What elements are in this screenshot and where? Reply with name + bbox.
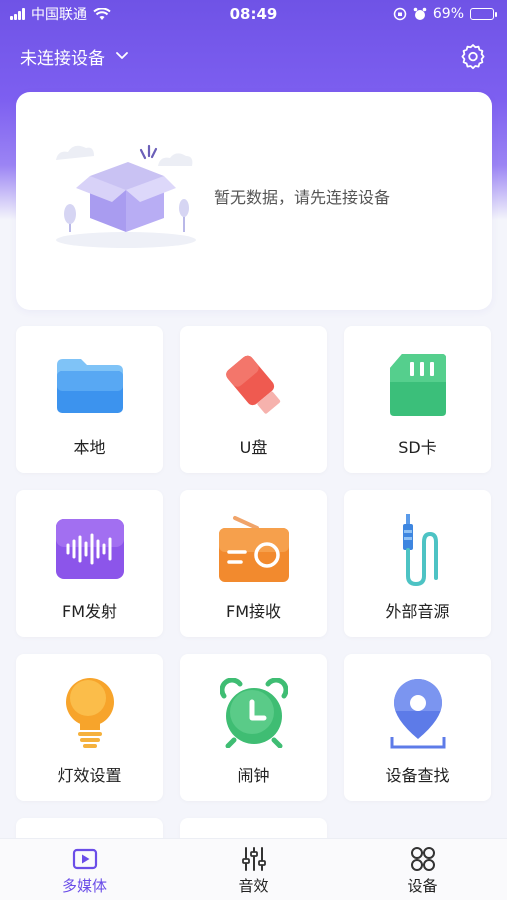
tile-label: 设备查找 [385,766,450,785]
tile-label: FM发射 [61,602,117,621]
tile-fm-receive[interactable]: FM接收 [180,490,327,637]
tile-label: FM接收 [225,602,281,621]
battery-icon [470,8,497,20]
battery-percentage: 69% [432,6,464,22]
light-bulb-icon [65,678,114,748]
carrier-name: 中国联通 [31,7,87,23]
tab-label: 音效 [238,877,269,895]
orientation-lock-icon [393,7,407,21]
folder-icon [56,359,123,413]
tile-label: 本地 [73,438,106,457]
radio-icon [218,516,289,582]
empty-state-message: 暂无数据，请先连接设备 [214,188,391,207]
tab-device[interactable]: 设备 [363,839,483,900]
empty-box-illustration [56,144,196,248]
alarm-status-icon [413,7,427,20]
equalizer-icon [241,847,266,871]
device-selector[interactable]: 未连接设备 [20,44,129,69]
tab-sound-effects[interactable]: 音效 [194,839,314,900]
alarm-clock-icon [219,678,288,748]
aux-cable-icon [402,514,438,586]
tile-label: 外部音源 [385,602,450,621]
tab-label: 多媒体 [61,877,107,895]
tab-label: 设备 [407,877,438,895]
tile-label: SD卡 [398,438,437,457]
location-pin-icon [390,679,445,749]
tile-aux-input[interactable]: 外部音源 [344,490,491,637]
chevron-down-icon [116,52,128,59]
grid-icon [410,847,435,871]
tile-fm-transmit[interactable]: FM发射 [16,490,163,637]
feature-grid: 本地 U盘 SD卡 FM发射 FM接收 外部音源 灯效设置 闹钟 设备查找 [16,326,492,848]
tile-alarm[interactable]: 闹钟 [180,654,327,801]
tile-label: 灯效设置 [57,766,122,785]
tile-find-device[interactable]: 设备查找 [344,654,491,801]
tile-label: 闹钟 [237,766,270,785]
signal-icon [10,8,25,20]
settings-gear-icon[interactable] [459,42,487,70]
tile-label: U盘 [239,438,268,457]
tile-local[interactable]: 本地 [16,326,163,473]
empty-state-card: 暂无数据，请先连接设备 [16,92,492,310]
wifi-icon [93,7,111,20]
bottom-tab-bar: 多媒体 音效 设备 [0,838,507,900]
tile-usb[interactable]: U盘 [180,326,327,473]
status-bar: 中国联通 08:49 69% [0,0,507,28]
top-bar: 未连接设备 [0,36,507,76]
sd-card-icon [389,354,446,416]
waveform-icon [55,519,124,579]
media-play-icon [72,848,97,870]
usb-drive-icon [225,355,280,414]
tile-sd-card[interactable]: SD卡 [344,326,491,473]
tab-multimedia[interactable]: 多媒体 [25,839,145,900]
tile-lighting[interactable]: 灯效设置 [16,654,163,801]
device-status-label: 未连接设备 [20,48,105,69]
